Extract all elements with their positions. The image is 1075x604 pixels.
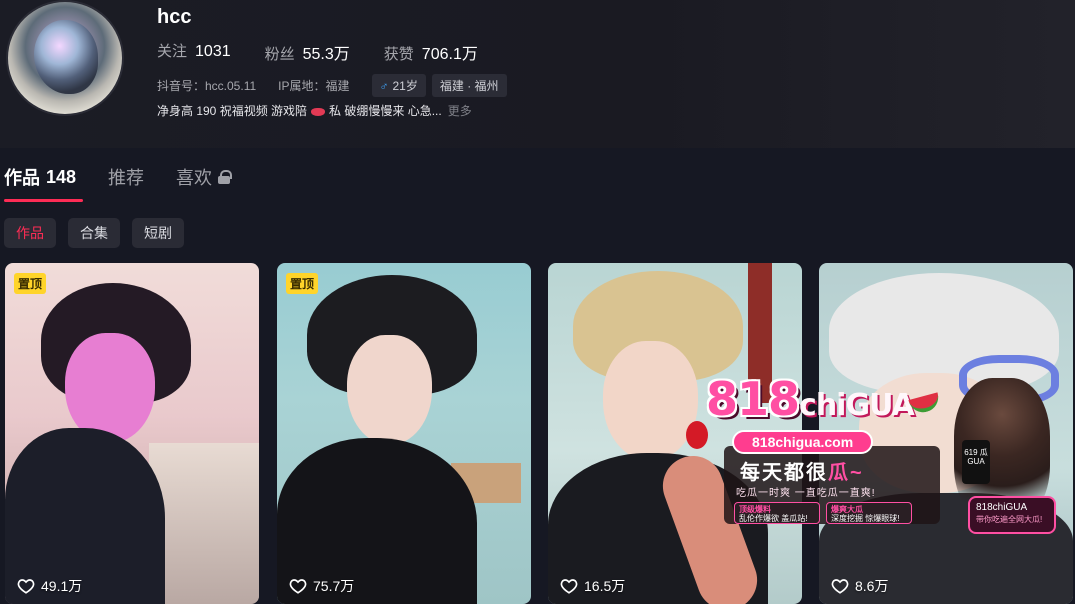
avatar[interactable] bbox=[6, 0, 124, 116]
heart-icon bbox=[289, 579, 307, 594]
bio: 净身高 190 祝福视频 游戏陪 私 破绷慢慢来 心急... 更多 bbox=[157, 102, 472, 119]
douyin-id: 抖音号：hcc.05.11 bbox=[157, 79, 257, 93]
ad-logo-word: chiGUA bbox=[799, 388, 915, 423]
ad-slogan-highlight: 瓜~ bbox=[828, 462, 864, 484]
like-count-value: 16.5万 bbox=[584, 578, 626, 594]
lips-icon bbox=[311, 107, 326, 116]
stat-value: 706.1万 bbox=[421, 46, 478, 63]
profile-header: hcc 关注 1031 粉丝 55.3万 获赞 706.1万 抖音号：hcc.05.1… bbox=[0, 0, 1075, 148]
ad-phone-graphic: 619 瓜GUA bbox=[962, 440, 990, 484]
like-count: 8.6万 bbox=[831, 576, 888, 596]
age-tag: ♂ 21岁 bbox=[371, 74, 426, 97]
stat-value: 55.3万 bbox=[302, 46, 350, 63]
video-card[interactable]: 置顶 49.1万 bbox=[5, 263, 259, 604]
username: hcc bbox=[157, 6, 192, 28]
ad-slogan: 每天都很瓜~ bbox=[740, 456, 864, 485]
region-tag: 福建 · 福州 bbox=[431, 74, 507, 97]
stat-following[interactable]: 关注 1031 bbox=[157, 40, 231, 64]
male-icon: ♂ bbox=[379, 78, 389, 93]
tab-label: 推荐 bbox=[108, 168, 145, 188]
stat-followers[interactable]: 粉丝 55.3万 bbox=[265, 40, 350, 64]
ad-feature-text: 深度挖掘 惊爆眼球! bbox=[831, 514, 900, 523]
ad-slogan-text: 每天都很 bbox=[740, 462, 828, 484]
ad-card: 818chiGUA 带你吃遍全网大瓜! bbox=[968, 496, 1056, 534]
ad-feature-2: 爆爽大瓜 深度挖掘 惊爆眼球! bbox=[826, 502, 912, 524]
subtabs: 作品 合集 短剧 bbox=[4, 218, 184, 248]
profile-tabs: 作品 148 推荐 喜欢 bbox=[4, 164, 262, 190]
bio-text-1: 净身高 190 祝福视频 游戏陪 bbox=[157, 104, 308, 118]
profile-stats: 关注 1031 粉丝 55.3万 获赞 706.1万 bbox=[157, 40, 478, 64]
stat-likes: 获赞 706.1万 bbox=[384, 40, 478, 64]
ip-location: IP属地：福建 bbox=[278, 79, 350, 93]
video-thumbnail bbox=[277, 263, 531, 604]
ad-feature-1: 顶级爆料 乱伦作爆欲 盖瓜站! bbox=[734, 502, 820, 524]
stat-label: 获赞 bbox=[383, 46, 414, 63]
heart-icon bbox=[560, 579, 578, 594]
ad-logo-number: 818 bbox=[706, 372, 800, 426]
like-count: 49.1万 bbox=[17, 576, 82, 596]
like-count-value: 8.6万 bbox=[855, 578, 889, 594]
like-count-value: 49.1万 bbox=[41, 578, 83, 594]
profile-meta: 抖音号：hcc.05.11 IP属地：福建 ♂ 21岁 福建 · 福州 bbox=[157, 74, 513, 97]
active-tab-indicator bbox=[4, 199, 83, 202]
ad-feature-title: 顶级爆料 bbox=[739, 505, 771, 514]
tab-likes[interactable]: 喜欢 bbox=[176, 164, 233, 190]
ad-feature-text: 乱伦作爆欲 盖瓜站! bbox=[739, 514, 808, 523]
like-count: 16.5万 bbox=[560, 576, 625, 596]
like-count: 75.7万 bbox=[289, 576, 354, 596]
ad-overlay[interactable]: 818chiGUA 818chigua.com 每天都很瓜~ 吃瓜一时爽 一直吃… bbox=[704, 372, 1060, 538]
tab-recommend[interactable]: 推荐 bbox=[108, 164, 144, 190]
ad-card-title: 818chiGUA bbox=[976, 502, 1028, 513]
ad-logo: 818chiGUA bbox=[706, 372, 915, 426]
stat-value: 1031 bbox=[195, 43, 231, 60]
ad-feature-title: 爆爽大瓜 bbox=[831, 505, 863, 514]
like-count-value: 75.7万 bbox=[313, 578, 355, 594]
video-thumbnail bbox=[5, 263, 259, 604]
subtab-collections[interactable]: 合集 bbox=[68, 218, 120, 248]
ad-url[interactable]: 818chigua.com bbox=[732, 430, 874, 454]
tab-works[interactable]: 作品 148 bbox=[4, 164, 76, 190]
avatar-image bbox=[34, 20, 98, 94]
bio-text-2: 私 破绷慢慢来 心急... bbox=[329, 104, 442, 118]
lock-icon bbox=[218, 170, 233, 184]
subtab-short-drama[interactable]: 短剧 bbox=[132, 218, 184, 248]
tab-label: 作品 bbox=[4, 168, 40, 188]
tab-label: 喜欢 bbox=[176, 168, 213, 188]
heart-icon bbox=[831, 579, 849, 594]
stat-label: 粉丝 bbox=[264, 46, 295, 63]
age-tag-label: 21岁 bbox=[392, 79, 418, 93]
pinned-badge: 置顶 bbox=[14, 273, 47, 294]
bio-more-link[interactable]: 更多 bbox=[448, 102, 472, 119]
pinned-badge: 置顶 bbox=[286, 273, 319, 294]
ad-card-subtitle: 带你吃遍全网大瓜! bbox=[976, 515, 1043, 524]
stat-label: 关注 bbox=[157, 43, 188, 60]
ad-subtitle: 吃瓜一时爽 一直吃瓜一直爽! bbox=[736, 488, 876, 499]
subtab-works[interactable]: 作品 bbox=[4, 218, 56, 248]
heart-icon bbox=[17, 579, 35, 594]
tab-count: 148 bbox=[46, 166, 77, 187]
video-card[interactable]: 置顶 75.7万 bbox=[277, 263, 531, 604]
